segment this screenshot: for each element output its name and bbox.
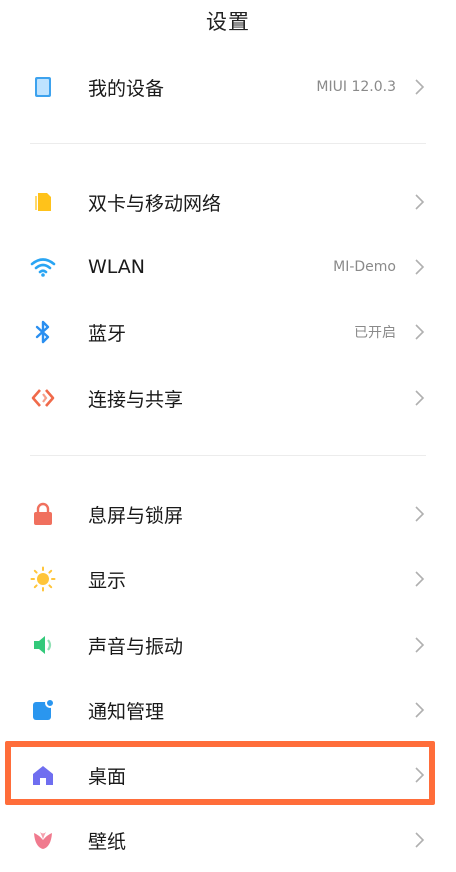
chevron-right-icon — [415, 637, 425, 653]
settings-item-label: WLAN — [88, 256, 146, 278]
chevron-right-icon — [415, 390, 425, 406]
settings-item-label: 息屏与锁屏 — [88, 504, 184, 527]
wifi-icon — [30, 254, 56, 280]
settings-item-my-device[interactable]: 我的设备 MIUI 12.0.3 — [0, 55, 456, 119]
settings-item-label: 壁纸 — [88, 830, 127, 853]
lock-icon — [30, 501, 56, 527]
notification-icon — [30, 697, 56, 723]
settings-item-sim[interactable]: 双卡与移动网络 — [0, 170, 456, 234]
settings-item-label: 蓝牙 — [88, 322, 127, 345]
flower-icon — [30, 827, 56, 853]
settings-item-wallpaper[interactable]: 壁纸 — [0, 808, 456, 872]
page-title: 设置 — [206, 10, 250, 34]
chevron-right-icon — [415, 702, 425, 718]
chevron-right-icon — [415, 324, 425, 340]
bluetooth-icon — [30, 319, 56, 345]
settings-item-wlan[interactable]: WLAN MI-Demo — [0, 235, 456, 299]
sim-card-icon — [30, 189, 56, 215]
section-divider — [30, 143, 426, 144]
chevron-right-icon — [415, 259, 425, 275]
chevron-right-icon — [415, 832, 425, 848]
settings-item-value: MIUI 12.0.3 — [316, 79, 396, 95]
selection-highlight — [5, 741, 435, 805]
settings-item-sound[interactable]: 声音与振动 — [0, 613, 456, 677]
settings-item-bluetooth[interactable]: 蓝牙 已开启 — [0, 300, 456, 364]
settings-item-display[interactable]: 显示 — [0, 547, 456, 611]
settings-item-label: 显示 — [88, 569, 127, 592]
settings-item-label: 声音与振动 — [88, 635, 184, 658]
settings-item-notifications[interactable]: 通知管理 — [0, 678, 456, 742]
chevron-right-icon — [415, 194, 425, 210]
settings-item-label: 通知管理 — [88, 700, 165, 723]
speaker-icon — [30, 632, 56, 658]
settings-item-label: 连接与共享 — [88, 388, 184, 411]
settings-item-value: 已开启 — [354, 325, 396, 341]
chevron-right-icon — [415, 506, 425, 522]
share-icon — [30, 385, 56, 411]
settings-item-value: MI-Demo — [333, 259, 396, 275]
sun-icon — [30, 566, 56, 592]
device-icon — [30, 74, 56, 100]
chevron-right-icon — [415, 571, 425, 587]
section-divider — [30, 455, 426, 456]
settings-item-label: 双卡与移动网络 — [88, 192, 222, 215]
settings-item-lock-screen[interactable]: 息屏与锁屏 — [0, 482, 456, 546]
settings-item-label: 我的设备 — [88, 77, 165, 100]
chevron-right-icon — [415, 79, 425, 95]
settings-item-connect-share[interactable]: 连接与共享 — [0, 366, 456, 430]
